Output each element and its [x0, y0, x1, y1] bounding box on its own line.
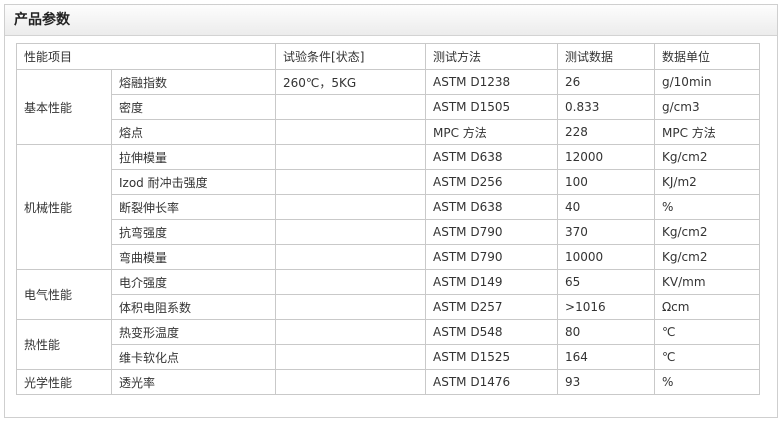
- row-method: ASTM D790: [425, 244, 559, 270]
- row-item: 热变形温度: [110, 319, 277, 345]
- row-item: 电介强度: [110, 269, 277, 295]
- row-condition: [275, 194, 427, 220]
- row-item: 密度: [110, 94, 277, 120]
- row-method: ASTM D790: [425, 219, 559, 245]
- parameters-table: 性能项目 试验条件[状态] 测试方法 测试数据 数据单位 基本性能 熔融指数 260…: [15, 43, 761, 395]
- row-unit: %: [654, 194, 761, 220]
- row-condition: [275, 219, 427, 245]
- table-row: Izod 耐冲击强度 ASTM D256 100 KJ/m2: [17, 169, 761, 195]
- row-method: ASTM D1505: [425, 94, 559, 120]
- row-value: 40: [557, 194, 656, 220]
- row-unit: KJ/m2: [654, 169, 761, 195]
- table-row: 抗弯强度 ASTM D790 370 Kg/cm2: [17, 219, 761, 245]
- group-name: 机械性能: [16, 144, 112, 270]
- row-unit: ℃: [654, 344, 761, 370]
- row-unit: Ωcm: [654, 294, 761, 320]
- row-condition: [275, 244, 427, 270]
- row-method: ASTM D149: [425, 269, 559, 295]
- row-method: ASTM D1238: [425, 69, 559, 95]
- row-condition: [275, 369, 427, 395]
- row-item: 抗弯强度: [110, 219, 277, 245]
- row-item: 弯曲模量: [110, 244, 277, 270]
- row-unit: %: [654, 369, 761, 395]
- row-value: 0.833: [557, 94, 656, 120]
- table-header-row: 性能项目 试验条件[状态] 测试方法 测试数据 数据单位: [15, 43, 761, 70]
- row-value: >1016: [557, 294, 656, 320]
- row-condition: [275, 119, 427, 145]
- row-item: Izod 耐冲击强度: [110, 169, 277, 195]
- row-item: 熔融指数: [110, 69, 277, 95]
- group-name: 热性能: [16, 319, 112, 370]
- row-unit: Kg/cm2: [654, 244, 761, 270]
- row-item: 透光率: [110, 369, 277, 395]
- row-item: 维卡软化点: [110, 344, 277, 370]
- header-data: 测试数据: [557, 43, 656, 70]
- panel-title: 产品参数: [5, 5, 777, 36]
- header-condition: 试验条件[状态]: [275, 43, 427, 70]
- header-unit: 数据单位: [654, 43, 761, 70]
- row-value: 80: [557, 319, 656, 345]
- row-value: 164: [557, 344, 656, 370]
- table-row: 体积电阻系数 ASTM D257 >1016 Ωcm: [17, 294, 761, 320]
- row-unit: Kg/cm2: [654, 144, 761, 170]
- table-row: 基本性能 熔融指数 260℃，5KG ASTM D1238 26 g/10min: [16, 69, 761, 145]
- parameters-table-body: 性能项目 试验条件[状态] 测试方法 测试数据 数据单位 基本性能 熔融指数 260…: [15, 43, 761, 395]
- row-condition: 260℃，5KG: [275, 69, 427, 95]
- table-row: 热性能 热变形温度 ASTM D548 80 ℃: [16, 319, 761, 370]
- row-method: MPC 方法: [425, 119, 559, 145]
- table-row: 密度 ASTM D1505 0.833 g/cm3: [17, 94, 761, 120]
- row-method: ASTM D638: [425, 194, 559, 220]
- row-item: 拉伸模量: [110, 144, 277, 170]
- row-item: 熔点: [110, 119, 277, 145]
- table-row: 机械性能 拉伸模量 ASTM D638 12000 Kg/cm2: [16, 144, 761, 270]
- row-value: 65: [557, 269, 656, 295]
- row-method: ASTM D638: [425, 144, 559, 170]
- row-method: ASTM D1525: [425, 344, 559, 370]
- row-condition: [275, 344, 427, 370]
- table-row: 断裂伸长率 ASTM D638 40%: [17, 194, 761, 220]
- row-unit: ℃: [654, 319, 761, 345]
- row-value: 228: [557, 119, 656, 145]
- row-item: 体积电阻系数: [110, 294, 277, 320]
- group-name: 基本性能: [16, 69, 112, 145]
- row-unit: KV/mm: [654, 269, 761, 295]
- table-row: 弯曲模量 ASTM D790 10000 Kg/cm2: [17, 244, 761, 270]
- row-value: 100: [557, 169, 656, 195]
- group-name: 光学性能: [16, 369, 112, 395]
- row-condition: [275, 169, 427, 195]
- group-name: 电气性能: [16, 269, 112, 320]
- row-value: 26: [557, 69, 656, 95]
- table-row: 熔点 MPC 方法 228 MPC 方法: [17, 119, 761, 145]
- row-value: 12000: [557, 144, 656, 170]
- row-item: 断裂伸长率: [110, 194, 277, 220]
- row-method: ASTM D257: [425, 294, 559, 320]
- header-method: 测试方法: [425, 43, 559, 70]
- row-condition: [275, 144, 427, 170]
- row-method: ASTM D548: [425, 319, 559, 345]
- row-unit: g/10min: [654, 69, 761, 95]
- row-method: ASTM D256: [425, 169, 559, 195]
- row-condition: [275, 319, 427, 345]
- table-row: 光学性能 透光率 ASTM D1476 93%: [16, 369, 761, 395]
- row-unit: g/cm3: [654, 94, 761, 120]
- row-unit: Kg/cm2: [654, 219, 761, 245]
- row-value: 93: [557, 369, 656, 395]
- row-method: ASTM D1476: [425, 369, 559, 395]
- row-value: 10000: [557, 244, 656, 270]
- row-condition: [275, 269, 427, 295]
- row-unit: MPC 方法: [654, 119, 761, 145]
- row-value: 370: [557, 219, 656, 245]
- row-condition: [275, 94, 427, 120]
- table-row: 电气性能 电介强度 ASTM D149 65 KV/mm: [16, 269, 761, 320]
- table-row: 维卡软化点 ASTM D1525 164 ℃: [17, 344, 761, 370]
- header-property: 性能项目: [15, 43, 277, 70]
- row-condition: [275, 294, 427, 320]
